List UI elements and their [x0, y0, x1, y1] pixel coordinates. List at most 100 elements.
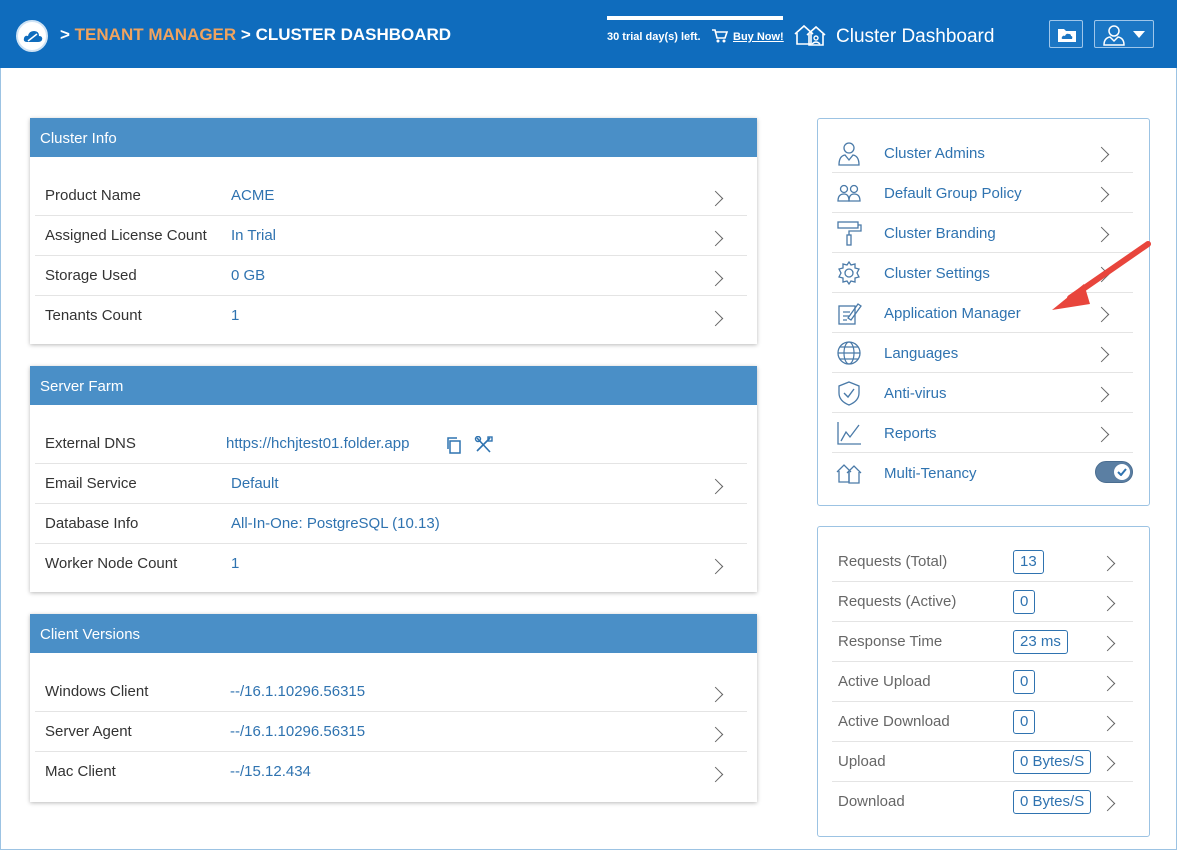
chevron-right-icon[interactable] [707, 270, 724, 287]
breadcrumb-separator: > [240, 25, 251, 44]
menu-item-default-group-policy[interactable]: Default Group Policy [832, 173, 1133, 213]
row-label: External DNS [45, 435, 136, 452]
chevron-right-icon[interactable] [707, 686, 724, 703]
houses-icon [794, 24, 826, 46]
breadcrumb-separator: > [60, 25, 70, 44]
top-bar: > TENANT MANAGER > CLUSTER DASHBOARD 30 … [0, 0, 1177, 68]
cart-icon [712, 29, 729, 43]
menu-item-label: Application Manager [884, 305, 1021, 322]
buy-now-link[interactable]: Buy Now! [733, 31, 784, 43]
copy-icon[interactable] [445, 436, 463, 454]
chevron-right-icon[interactable] [707, 190, 724, 207]
chevron-right-icon[interactable] [1093, 186, 1110, 203]
group-icon [837, 184, 861, 202]
gear-icon [838, 260, 860, 286]
multi-tenancy-toggle[interactable] [1095, 461, 1133, 483]
client-version-row[interactable]: Windows Client --/16.1.10296.56315 [35, 672, 747, 712]
menu-item-label: Multi-Tenancy [884, 465, 977, 482]
row-value: --/15.12.434 [230, 763, 311, 780]
menu-item-label: Default Group Policy [884, 185, 1022, 202]
cluster-info-row[interactable]: Tenants Count 1 [35, 296, 747, 336]
menu-item-label: Cluster Branding [884, 225, 996, 242]
cluster-info-title: Cluster Info [30, 118, 757, 157]
client-version-row[interactable]: Server Agent --/16.1.10296.56315 [35, 712, 747, 752]
houses-icon [836, 464, 862, 484]
cloud-logo-icon[interactable] [16, 20, 48, 52]
row-label: Server Agent [45, 723, 132, 740]
menu-item-label: Reports [884, 425, 937, 442]
metric-row[interactable]: Requests (Total) 13 [832, 542, 1133, 582]
menu-item-label: Cluster Admins [884, 145, 985, 162]
server-farm-row: Database Info All-In-One: PostgreSQL (10… [35, 504, 747, 544]
menu-item-multi-tenancy[interactable]: Multi-Tenancy [832, 453, 1133, 493]
row-label: Database Info [45, 515, 139, 532]
folder-button[interactable] [1049, 20, 1083, 48]
row-label: Storage Used [45, 267, 137, 284]
metric-value-badge: 13 [1013, 550, 1044, 574]
chevron-right-icon[interactable] [707, 726, 724, 743]
chevron-right-icon[interactable] [1099, 795, 1116, 812]
row-value: https://hchjtest01.folder.app [226, 435, 410, 452]
menu-item-anti-virus[interactable]: Anti-virus [832, 373, 1133, 413]
metric-row[interactable]: Upload 0 Bytes/S [832, 742, 1133, 782]
metric-row[interactable]: Active Upload 0 [832, 662, 1133, 702]
user-icon [1103, 25, 1125, 46]
metric-label: Upload [838, 753, 886, 770]
chevron-right-icon[interactable] [1099, 755, 1116, 772]
metric-label: Response Time [838, 633, 943, 650]
chevron-right-icon[interactable] [1093, 426, 1110, 443]
chevron-down-icon [1133, 31, 1145, 38]
metric-row[interactable]: Requests (Active) 0 [832, 582, 1133, 622]
chevron-right-icon[interactable] [1093, 386, 1110, 403]
chevron-right-icon[interactable] [1093, 346, 1110, 363]
chevron-right-icon[interactable] [707, 230, 724, 247]
row-value: All-In-One: PostgreSQL (10.13) [231, 515, 440, 532]
metric-label: Active Download [838, 713, 950, 730]
chevron-right-icon[interactable] [707, 478, 724, 495]
row-value: 0 GB [231, 267, 266, 284]
paint-roller-icon [837, 221, 862, 246]
chevron-right-icon[interactable] [1099, 715, 1116, 732]
breadcrumb-tenant-manager-link[interactable]: TENANT MANAGER [75, 25, 237, 44]
menu-item-label: Languages [884, 345, 959, 362]
metric-row[interactable]: Active Download 0 [832, 702, 1133, 742]
trial-progress-bar [607, 16, 783, 20]
chevron-right-icon[interactable] [707, 558, 724, 575]
client-versions-panel: Client Versions Windows Client --/16.1.1… [30, 614, 757, 802]
row-label: Email Service [45, 475, 137, 492]
breadcrumb: > TENANT MANAGER > CLUSTER DASHBOARD [60, 25, 451, 45]
chevron-right-icon[interactable] [1093, 146, 1110, 163]
admin-icon [838, 142, 860, 166]
cluster-info-row[interactable]: Assigned License Count In Trial [35, 216, 747, 256]
row-value: --/16.1.10296.56315 [230, 683, 366, 700]
menu-item-reports[interactable]: Reports [832, 413, 1133, 453]
tools-icon[interactable] [474, 436, 494, 454]
metric-value-badge: 0 Bytes/S [1013, 750, 1092, 774]
client-version-row[interactable]: Mac Client --/15.12.434 [35, 752, 747, 792]
chevron-right-icon[interactable] [1099, 675, 1116, 692]
row-label: Assigned License Count [45, 227, 207, 244]
row-value: Default [231, 475, 279, 492]
user-menu-button[interactable] [1094, 20, 1154, 48]
chevron-right-icon[interactable] [1099, 595, 1116, 612]
row-value: In Trial [231, 227, 277, 244]
chevron-right-icon[interactable] [1099, 555, 1116, 572]
row-label: Worker Node Count [45, 555, 178, 572]
cluster-info-row[interactable]: Storage Used 0 GB [35, 256, 747, 296]
row-label: Mac Client [45, 763, 116, 780]
metric-value-badge: 0 [1013, 590, 1036, 614]
chevron-right-icon[interactable] [707, 310, 724, 327]
trial-days-text: 30 trial day(s) left. [607, 31, 701, 43]
server-farm-row[interactable]: External DNS https://hchjtest01.folder.a… [35, 424, 747, 464]
server-farm-row[interactable]: Email Service Default [35, 464, 747, 504]
server-farm-row[interactable]: Worker Node Count 1 [35, 544, 747, 584]
chevron-right-icon[interactable] [707, 766, 724, 783]
row-value: ACME [231, 187, 275, 204]
cluster-info-row[interactable]: Product Name ACME [35, 176, 747, 216]
metric-row[interactable]: Download 0 Bytes/S [832, 782, 1133, 822]
menu-item-cluster-admins[interactable]: Cluster Admins [832, 133, 1133, 173]
metric-value-badge: 0 Bytes/S [1013, 790, 1092, 814]
chevron-right-icon[interactable] [1099, 635, 1116, 652]
metric-row[interactable]: Response Time 23 ms [832, 622, 1133, 662]
menu-item-languages[interactable]: Languages [832, 333, 1133, 373]
